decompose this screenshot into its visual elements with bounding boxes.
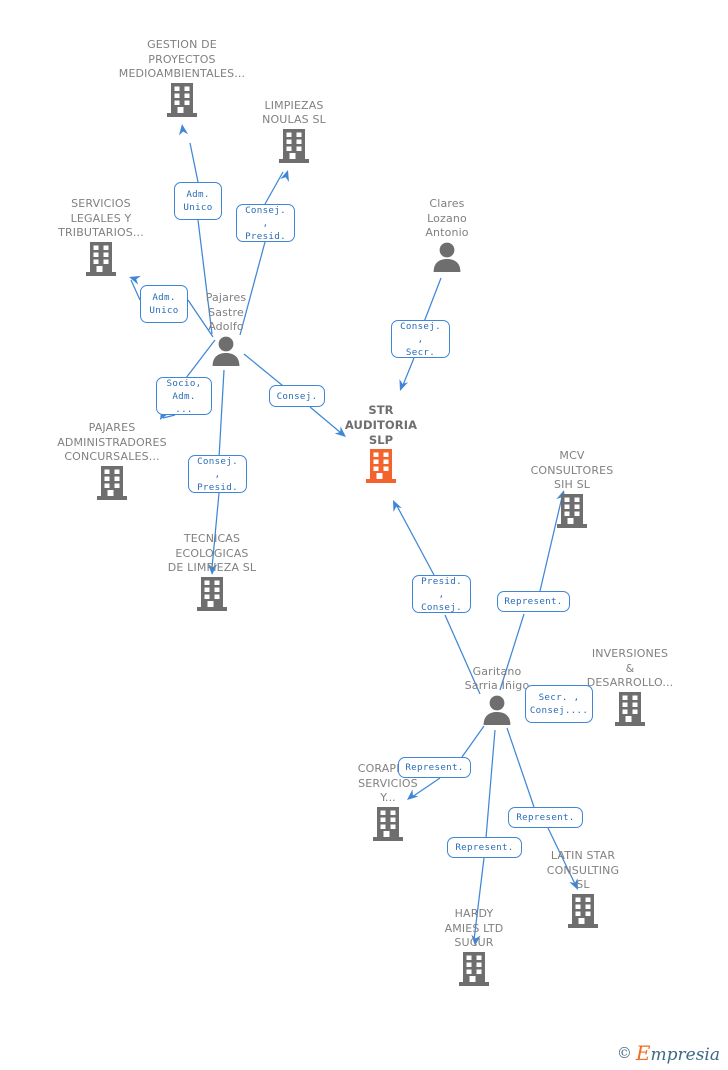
graph-node-mcv[interactable]: MCV CONSULTORES SIH SL [497, 449, 647, 533]
relation-label-garitano-to-latinstar[interactable]: Represent. [508, 807, 583, 828]
building-icon[interactable] [313, 806, 463, 846]
building-icon[interactable] [137, 576, 287, 616]
relation-label-pajares-to-pajares_adm[interactable]: Socio, Adm. ... [156, 377, 212, 415]
graph-node-limpiezas[interactable]: LIMPIEZAS NOULAS SL [219, 99, 369, 168]
relation-label-garitano-to-mcv[interactable]: Represent. [497, 591, 570, 612]
node-label-clares: Clares Lozano Antonio [425, 197, 469, 240]
node-label-gestion: GESTION DE PROYECTOS MEDIOAMBIENTALES... [118, 38, 246, 81]
node-label-latinstar: LATIN STAR CONSULTING SL [546, 849, 620, 892]
relation-label-pajares-to-limpiezas[interactable]: Consej. , Presid. [236, 204, 295, 242]
node-label-hardy: HARDY AMIES LTD SUCUR [444, 907, 504, 950]
relation-label-pajares-to-gestion[interactable]: Adm. Unico [174, 182, 222, 220]
building-icon[interactable] [306, 448, 456, 488]
person-icon[interactable] [151, 335, 301, 371]
node-label-str: STR AUDITORIA SLP [344, 403, 418, 447]
graph-node-clares[interactable]: Clares Lozano Antonio [372, 197, 522, 277]
relation-label-garitano-to-str[interactable]: Presid. , Consej. [412, 575, 471, 613]
node-label-servicios: SERVICIOS LEGALES Y TRIBUTARIOS... [58, 197, 144, 240]
node-label-tecnicas: TECNICAS ECOLOGICAS DE LIMPIEZA SL [167, 532, 257, 575]
relation-label-garitano-to-inversiones[interactable]: Secr. , Consej.... [525, 685, 593, 723]
graph-node-pajares_adm[interactable]: PAJARES ADMINISTRADORES CONCURSALES... [37, 421, 187, 505]
empresia-logo-rest: mpresia [650, 1045, 721, 1065]
copyright-icon: © [616, 1044, 632, 1062]
building-icon[interactable] [219, 128, 369, 168]
empresia-logo: Empresia [636, 1043, 720, 1064]
empresia-logo-initial: E [635, 1041, 651, 1065]
relation-label-pajares-to-tecnicas[interactable]: Consej. , Presid. [188, 455, 247, 493]
relation-label-pajares-to-servicios[interactable]: Adm. Unico [140, 285, 188, 323]
node-label-pajares_adm: PAJARES ADMINISTRADORES CONCURSALES... [57, 421, 167, 464]
relationship-graph-canvas: GESTION DE PROYECTOS MEDIOAMBIENTALES...… [0, 0, 728, 1070]
empresia-watermark: © Empresia [617, 1043, 720, 1064]
relation-label-pajares-to-str[interactable]: Consej. [269, 385, 325, 407]
person-icon[interactable] [372, 241, 522, 277]
relation-label-garitano-to-corapres[interactable]: Represent. [398, 757, 471, 778]
relation-label-clares-to-str[interactable]: Consej. , Secr. [391, 320, 450, 358]
building-icon[interactable] [37, 465, 187, 505]
building-icon[interactable] [497, 493, 647, 533]
node-label-limpiezas: LIMPIEZAS NOULAS SL [262, 98, 326, 127]
graph-node-str[interactable]: STR AUDITORIA SLP [306, 403, 456, 488]
building-icon[interactable] [26, 241, 176, 281]
building-icon[interactable] [399, 951, 549, 991]
relation-label-garitano-to-hardy[interactable]: Represent. [447, 837, 522, 858]
node-label-mcv: MCV CONSULTORES SIH SL [530, 449, 614, 492]
graph-node-hardy[interactable]: HARDY AMIES LTD SUCUR [399, 907, 549, 991]
graph-node-servicios[interactable]: SERVICIOS LEGALES Y TRIBUTARIOS... [26, 197, 176, 281]
graph-node-tecnicas[interactable]: TECNICAS ECOLOGICAS DE LIMPIEZA SL [137, 532, 287, 616]
